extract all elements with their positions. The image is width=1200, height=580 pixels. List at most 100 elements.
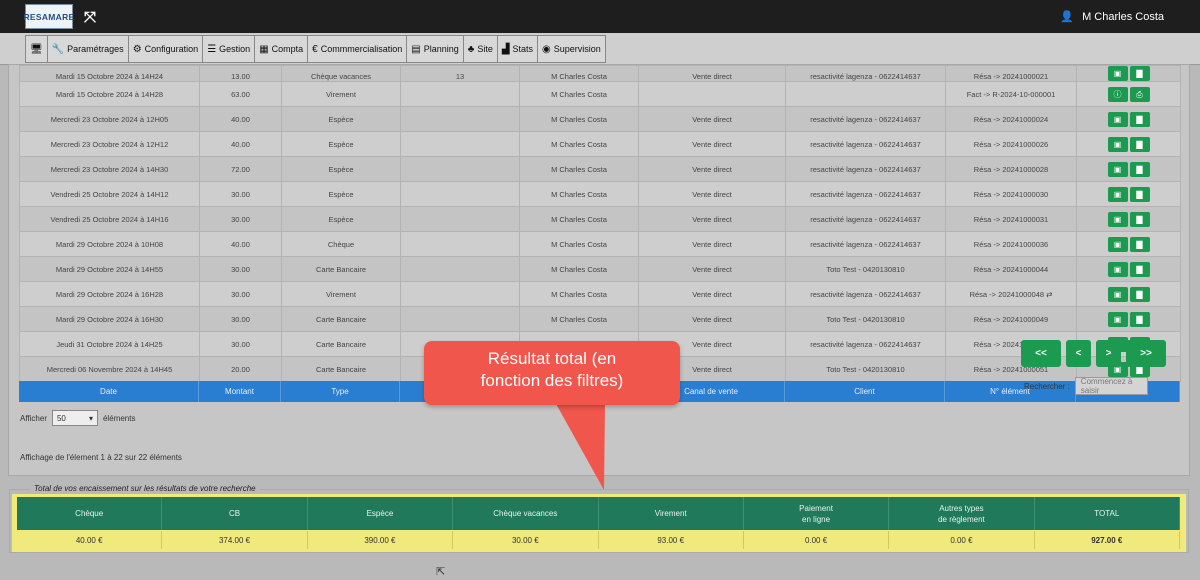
table-row: Mardi 29 Octobre 2024 à 14H55 30.00 Carte … [19, 256, 1181, 282]
cell-user: M Charles Costa [519, 156, 639, 182]
cell-montant: 20.00 [199, 356, 282, 382]
calendar-icon[interactable]: ▣ [1107, 66, 1128, 81]
cell-date: Mardi 29 Octobre 2024 à 16H28 [19, 281, 200, 307]
file-icon[interactable]: ▇ [1129, 186, 1150, 202]
cell-element: Résa -> 20241000048 ⇄ [945, 281, 1077, 307]
totals-value: 30.00 € [453, 531, 599, 549]
calendar-icon[interactable]: ▣ [1107, 186, 1128, 202]
file-icon[interactable]: ▇ [1129, 261, 1150, 277]
calendar-icon[interactable]: ▣ [1107, 161, 1128, 177]
fullscreen-icon[interactable]: ⤧ [84, 10, 96, 25]
cell-user: M Charles Costa [519, 81, 639, 107]
calendar-icon[interactable]: ▣ [1107, 311, 1128, 327]
menu-item-dashboard[interactable]: 🖥 [26, 36, 48, 62]
page-size-control: Afficher 50 ▾ éléments [20, 410, 135, 426]
calendar-icon[interactable]: ▣ [1107, 286, 1128, 302]
cell-canal: Vente direct [638, 131, 786, 157]
column-header[interactable]: Montant [199, 381, 281, 402]
cell-date: Vendredi 25 Octobre 2024 à 14H16 [19, 206, 200, 232]
menu-item-site[interactable]: ♣ Site [464, 36, 498, 62]
next-page-button[interactable]: > [1096, 340, 1121, 367]
cell-element: Résa -> 20241000044 [945, 256, 1077, 282]
sitemap-icon: ♣ [467, 43, 475, 55]
menu-item-supervision[interactable]: ◉ Supervision [538, 36, 605, 62]
menu-item-commmercialisation[interactable]: € Commmercialisation [308, 36, 408, 62]
cell-canal: Vente direct [638, 181, 786, 207]
cell-actions: ▣▇ [1076, 256, 1181, 282]
menu-item-configuration[interactable]: ⚙ Configuration [129, 36, 204, 62]
menu-item-paramétrages[interactable]: 🔧 Paramétrages [48, 36, 129, 62]
table-row: Mardi 15 Octobre 2024 à 14H28 63.00 Vireme… [19, 81, 1181, 107]
calendar-icon[interactable]: ▣ [1107, 111, 1128, 127]
table-row: Mercredi 23 Octobre 2024 à 12H12 40.00 Esp… [19, 131, 1181, 157]
cell-client [785, 81, 946, 107]
cell-actions: ▣▇ [1076, 231, 1181, 257]
column-header[interactable]: Type [281, 381, 400, 402]
cell-user: M Charles Costa [519, 306, 639, 332]
cell-type: Espèce [281, 156, 401, 182]
cell-montant: 30.00 [199, 206, 282, 232]
calendar-icon[interactable]: ▣ [1107, 261, 1128, 277]
gears-icon: ⚙ [132, 43, 142, 55]
app-logo[interactable]: RESAMARE [23, 4, 74, 29]
search-label: Rechercher : [1024, 381, 1070, 391]
totals-column-header: TOTAL [1035, 497, 1180, 530]
totals-value: 0.00 € [744, 531, 890, 549]
file-icon[interactable]: ▇ [1129, 211, 1150, 227]
page-size-select[interactable]: 50 ▾ [51, 410, 98, 426]
file-icon[interactable]: ▇ [1129, 136, 1150, 152]
cell-canal: Vente direct [638, 281, 786, 307]
file-icon[interactable]: ▇ [1129, 311, 1150, 327]
header-line: Autres types [939, 503, 984, 513]
top-bar: RESAMARE ⤧ 👤 M Charles Costa [0, 0, 1200, 33]
search-input[interactable]: Commencez à saisir [1074, 377, 1148, 395]
cell-client: resactivité lagenza - 0622414637 [785, 281, 946, 307]
afficher-label: Afficher [20, 413, 47, 423]
last-page-button[interactable]: >> [1126, 340, 1166, 367]
prev-page-button[interactable]: < [1066, 340, 1091, 367]
table-row: Mercredi 23 Octobre 2024 à 12H05 40.00 Esp… [19, 106, 1181, 132]
file-icon[interactable]: ▇ [1129, 66, 1150, 81]
cell-date: Jeudi 31 Octobre 2024 à 14H25 [19, 331, 200, 357]
cell-client: resactivité lagenza - 0622414637 [785, 206, 946, 232]
calendar-icon[interactable]: ▣ [1107, 136, 1128, 152]
cell-element: Résa -> 20241000021 [945, 65, 1077, 82]
menu-item-gestion[interactable]: ☰ Gestion [203, 36, 256, 62]
menu-item-stats[interactable]: ▟ Stats [498, 36, 539, 62]
page-size-value: 50 [56, 413, 66, 423]
pdf-icon[interactable]: ⎙ [1129, 86, 1150, 102]
menu-item-compta[interactable]: ▦ Compta [255, 36, 309, 62]
cell-client: Toto Test - 0420130810 [785, 256, 946, 282]
callout-line-2: fonction des filtres) [480, 371, 624, 390]
calendar-icon[interactable]: ▣ [1107, 236, 1128, 252]
cell-ref [400, 181, 520, 207]
file-icon[interactable]: ▇ [1129, 111, 1150, 127]
cell-canal: Vente direct [638, 231, 786, 257]
menu-item-label: Commmercialisation [320, 44, 403, 54]
cell-date: Mercredi 06 Novembre 2024 à 14H45 [19, 356, 200, 382]
file-icon[interactable]: ▇ [1129, 161, 1150, 177]
column-header[interactable]: Client [785, 381, 945, 402]
payments-table: Mardi 15 Octobre 2024 à 14H24 13.00 Chèque… [19, 65, 1181, 382]
calendar-icon[interactable]: ▣ [1107, 211, 1128, 227]
chart-icon: ▟ [501, 43, 510, 55]
calculator-icon: ▦ [259, 43, 269, 55]
cell-actions: ▣▇ [1076, 181, 1181, 207]
cell-canal: Vente direct [638, 206, 786, 232]
first-page-button[interactable]: << [1021, 340, 1061, 367]
table-row: Vendredi 25 Octobre 2024 à 14H12 30.00 Esp… [19, 181, 1181, 207]
menu-item-planning[interactable]: ▤ Planning [407, 36, 464, 62]
menu-item-label: Site [477, 44, 493, 54]
column-header[interactable]: Date [19, 381, 199, 402]
cell-date: Mardi 15 Octobre 2024 à 14H24 [19, 65, 200, 82]
user-menu[interactable]: 👤 M Charles Costa [1060, 10, 1164, 24]
cell-montant: 30.00 [199, 331, 282, 357]
menu-item-label: Supervision [553, 44, 601, 54]
file-icon[interactable]: ▇ [1129, 236, 1150, 252]
file-icon[interactable]: ▇ [1129, 286, 1150, 302]
info-icon[interactable]: ⓘ [1107, 86, 1128, 102]
cell-client: resactivité lagenza - 0622414637 [785, 106, 946, 132]
cell-canal: Vente direct [638, 156, 786, 182]
cell-montant: 40.00 [199, 106, 282, 132]
cell-element: Résa -> 20241000026 [945, 131, 1077, 157]
